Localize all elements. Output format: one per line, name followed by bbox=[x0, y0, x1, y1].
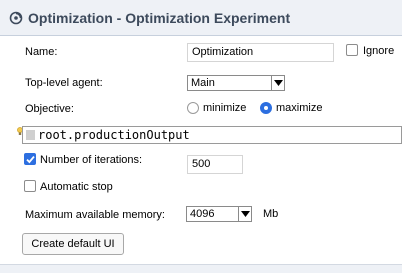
objective-expression-field[interactable]: root.productionOutput bbox=[22, 126, 402, 144]
ignore-checkbox[interactable] bbox=[346, 44, 358, 56]
objective-maximize-label: maximize bbox=[276, 102, 323, 114]
objective-maximize-radio[interactable] bbox=[260, 102, 272, 114]
checkmark-icon bbox=[26, 156, 35, 164]
memory-label: Maximum available memory: bbox=[25, 209, 165, 221]
iterations-label: Number of iterations: bbox=[40, 154, 143, 166]
objective-minimize-radio[interactable] bbox=[187, 102, 199, 114]
top-level-agent-value: Main bbox=[191, 77, 215, 89]
name-field[interactable]: Optimization bbox=[187, 43, 334, 62]
chevron-down-icon bbox=[238, 207, 251, 221]
automatic-stop-label: Automatic stop bbox=[40, 181, 113, 193]
create-default-ui-button[interactable]: Create default UI bbox=[22, 233, 124, 255]
objective-label: Objective: bbox=[25, 103, 74, 115]
top-level-agent-label: Top-level agent: bbox=[25, 77, 103, 89]
next-section-header bbox=[0, 264, 402, 273]
objective-expression-text: root.productionOutput bbox=[38, 128, 190, 142]
memory-value: 4096 bbox=[190, 208, 215, 220]
window-title: Optimization - Optimization Experiment bbox=[28, 10, 291, 26]
ignore-label: Ignore bbox=[363, 45, 395, 57]
objective-minimize-label: minimize bbox=[203, 102, 247, 114]
optimization-experiment-icon bbox=[9, 11, 23, 25]
chevron-down-icon bbox=[271, 76, 284, 90]
iterations-checkbox[interactable] bbox=[24, 153, 36, 165]
top-level-agent-dropdown[interactable]: Main bbox=[187, 75, 285, 91]
expression-marker-icon bbox=[26, 130, 35, 140]
memory-dropdown[interactable]: 4096 bbox=[186, 206, 252, 222]
window-titlebar: Optimization - Optimization Experiment bbox=[0, 0, 402, 36]
memory-unit-label: Mb bbox=[263, 208, 279, 220]
automatic-stop-checkbox[interactable] bbox=[24, 180, 36, 192]
name-label: Name: bbox=[25, 46, 58, 58]
iterations-field[interactable]: 500 bbox=[187, 155, 243, 174]
